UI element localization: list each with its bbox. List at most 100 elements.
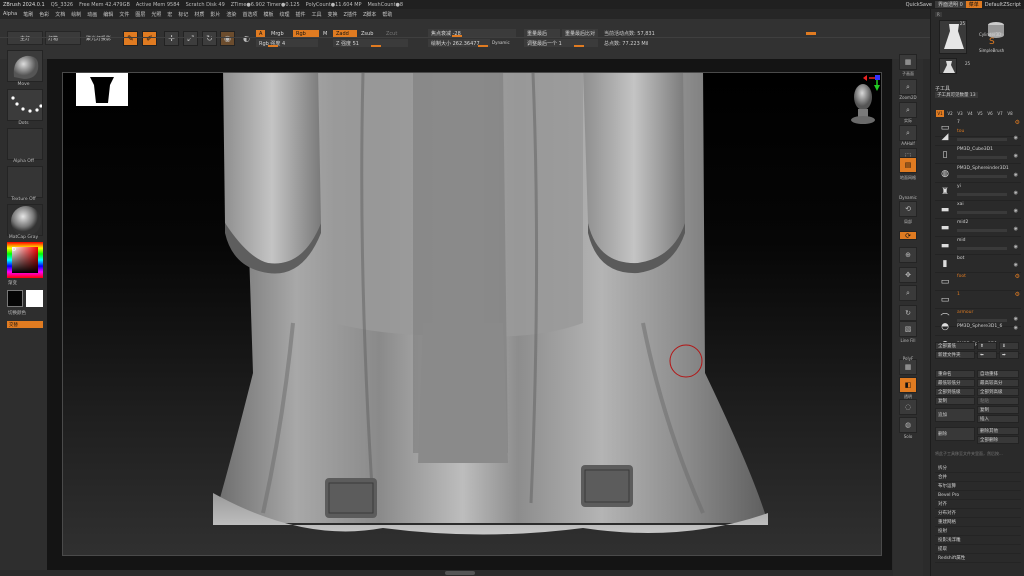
current-tool-thumbnail[interactable]: 25 <box>939 20 967 54</box>
menu-macro[interactable]: 宏 <box>164 11 175 18</box>
z-intensity-slider[interactable]: Z 强度 51 <box>333 39 408 47</box>
menu-light[interactable]: 光照 <box>148 11 164 18</box>
main-color-swatch[interactable] <box>7 290 23 307</box>
frame-icon[interactable]: ⊕ <box>899 247 917 263</box>
line-fill-icon[interactable]: ▧ <box>899 321 917 337</box>
menu-alpha[interactable]: Alpha <box>0 11 20 17</box>
polyf-icon[interactable]: ▦ <box>899 359 917 375</box>
tool-thumbnail-small[interactable] <box>939 58 957 74</box>
append-button[interactable]: 追加 <box>935 408 975 422</box>
menu-brush[interactable]: 笔刷 <box>20 11 36 18</box>
gear-icon[interactable]: ⚙ <box>1015 119 1020 126</box>
menu-help[interactable]: 帮助 <box>379 11 395 18</box>
all-low-res-button[interactable]: 最低较低分 <box>935 379 975 387</box>
cylinder-tool-thumbnail[interactable] <box>983 20 1009 40</box>
rotate-icon[interactable]: ↻ <box>202 31 217 46</box>
secondary-color-swatch[interactable] <box>26 290 43 307</box>
gear-icon[interactable]: ⚙ <box>1015 291 1020 298</box>
redshift-properties-menu[interactable]: Redshift属性 <box>935 554 1021 563</box>
split-menu[interactable]: 拆分 <box>935 464 1021 473</box>
canvas-resize-grip[interactable] <box>445 571 475 575</box>
bevel-pro-menu[interactable]: Bevel Pro <box>935 491 1021 500</box>
subtool-opacity-bar[interactable] <box>957 229 1007 232</box>
version-tab-v7[interactable]: V7 <box>996 110 1004 117</box>
rot-y-icon[interactable]: ⟳ <box>899 231 917 240</box>
all-to-low-button[interactable]: 全部到低级 <box>935 388 975 396</box>
subtool-item[interactable]: ◍ PM3D_Sphereinder3D1 ◉ <box>935 165 1021 183</box>
arrow-right-icon[interactable]: ➡ <box>999 351 1019 359</box>
all-to-high-button[interactable]: 全部到高级 <box>977 388 1019 396</box>
eye-icon[interactable]: ◉ <box>1014 262 1018 268</box>
local-icon[interactable]: ⟲ <box>899 201 917 217</box>
quicksave-button[interactable]: QuickSave <box>903 2 935 8</box>
version-tab-v1[interactable]: V1 <box>936 110 944 117</box>
subtool-item[interactable]: ▭ foot ⚙ <box>935 273 1021 291</box>
menu-texture[interactable]: 纹理 <box>276 11 292 18</box>
subtool-opacity-bar[interactable] <box>957 247 1007 250</box>
eye-icon[interactable]: ◉ <box>1014 153 1018 159</box>
subtool-opacity-bar[interactable] <box>957 193 1007 196</box>
subtool-item[interactable]: ▬ mid ◉ <box>935 237 1021 255</box>
transp-icon[interactable]: ◧ <box>899 377 917 393</box>
version-tab-v4[interactable]: V4 <box>966 110 974 117</box>
eye-icon[interactable]: ◉ <box>1014 135 1018 141</box>
arrow-up-icon[interactable]: ⬆ <box>977 342 997 350</box>
project-menu[interactable]: 投射 <box>935 527 1021 536</box>
menu-render[interactable]: 渲染 <box>223 11 239 18</box>
eye-icon[interactable]: ◉ <box>1014 208 1018 214</box>
version-tab-v8[interactable]: V8 <box>1006 110 1014 117</box>
alpha-thumbnail[interactable] <box>7 128 43 160</box>
paste-button[interactable]: 粘贴 <box>977 397 1019 405</box>
arrow-left-icon[interactable]: ⬅ <box>977 351 997 359</box>
menu-movie[interactable]: 动画 <box>84 11 100 18</box>
menu-edit[interactable]: 编辑 <box>100 11 116 18</box>
menu-zplugin[interactable]: 插件 <box>292 11 308 18</box>
material-sphere-icon[interactable]: ◉ <box>220 31 235 46</box>
simplebrush-icon[interactable]: S <box>989 37 995 47</box>
stroke-thumbnail[interactable] <box>7 89 43 121</box>
all-high-res-button[interactable]: 最高较高分 <box>977 379 1019 387</box>
menu-file[interactable]: 文件 <box>116 11 132 18</box>
default-zscript-button[interactable]: DefaultZScript <box>982 2 1024 8</box>
menu-document[interactable]: 文档 <box>52 11 68 18</box>
brush-thumbnail[interactable] <box>7 50 43 82</box>
version-tab-v3[interactable]: V3 <box>956 110 964 117</box>
rgb-intensity-slider[interactable]: Rgb 强度 4 <box>256 39 318 47</box>
material-thumbnail[interactable] <box>7 204 43 236</box>
lightbox-button[interactable]: 灯箱 <box>45 31 81 45</box>
canvas-area[interactable] <box>47 59 892 570</box>
draw-size-slider[interactable]: 绘制大小 262.36477 <box>428 39 490 47</box>
menu-zscript[interactable]: Z脚本 <box>360 11 379 18</box>
subtool-opacity-bar[interactable] <box>957 211 1007 214</box>
ui-transparency-slider[interactable]: 界面透明 0 <box>935 1 966 8</box>
draw-icon[interactable]: ✐ <box>142 31 157 46</box>
rotate3d-icon[interactable]: ↻ <box>899 305 917 321</box>
move-view-icon[interactable]: ✥ <box>899 267 917 283</box>
subtool-item[interactable]: ▭ 1 ⚙ <box>935 291 1021 309</box>
subtool-header[interactable]: 子工具 <box>935 85 950 92</box>
subtool-opacity-bar[interactable] <box>957 156 1007 159</box>
subtool-item[interactable]: ▮ bot ◉ <box>935 255 1021 273</box>
auto-reorder-button[interactable]: 自动重排 <box>977 370 1019 378</box>
eye-icon[interactable]: ◉ <box>1014 172 1018 178</box>
gradient-label[interactable]: 渐变 <box>0 280 47 286</box>
version-tab-v5[interactable]: V5 <box>976 110 984 117</box>
merge-menu[interactable]: 合并 <box>935 473 1021 482</box>
extract-menu[interactable]: 提取 <box>935 545 1021 554</box>
menu-stencil[interactable]: 模板 <box>260 11 276 18</box>
gear-icon[interactable]: ⚙ <box>1015 273 1020 280</box>
delete-all-button[interactable]: 全部删除 <box>977 436 1019 444</box>
delete-other-button[interactable]: 删除其他 <box>977 427 1019 435</box>
menu-layer[interactable]: 图层 <box>132 11 148 18</box>
menu-draw[interactable]: 绘制 <box>68 11 84 18</box>
move-icon[interactable]: ✛ <box>164 31 179 46</box>
zoom3d-icon[interactable]: ⌕ <box>899 285 917 301</box>
edit-icon[interactable]: ✎ <box>123 31 138 46</box>
distribute-menu[interactable]: 分布对齐 <box>935 509 1021 518</box>
menu-transform[interactable]: 变换 <box>325 11 341 18</box>
subtool-opacity-bar[interactable] <box>957 138 1007 141</box>
menus-toggle[interactable]: 菜单 <box>965 1 982 8</box>
menu-tool[interactable]: 工具 <box>309 11 325 18</box>
rename-button[interactable]: 重命名 <box>935 370 975 378</box>
r-button[interactable]: R <box>935 12 942 17</box>
